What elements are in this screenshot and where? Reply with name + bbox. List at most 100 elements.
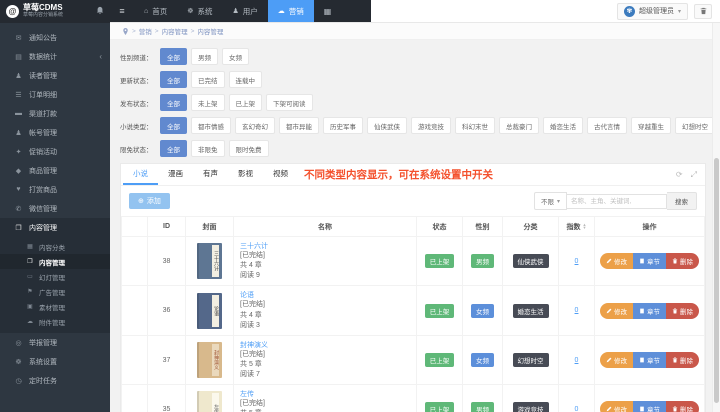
hamburger-icon[interactable]: ≡ xyxy=(110,0,134,22)
edit-button[interactable]: 修改 xyxy=(600,401,633,412)
sidebar-item[interactable]: ♟ 读者管理 xyxy=(0,66,110,85)
filter-option[interactable]: 科幻末世 xyxy=(455,117,495,134)
filter-option[interactable]: 游戏竞技 xyxy=(411,117,451,134)
sidebar-subitem[interactable]: ▭ 幻灯管理 xyxy=(0,269,110,284)
filter-option[interactable]: 女频 xyxy=(222,48,249,65)
content-type-tab[interactable]: 视频 xyxy=(263,164,298,185)
edit-button[interactable]: 修改 xyxy=(600,253,633,269)
sidebar-item[interactable]: ▬ 渠道打款 xyxy=(0,104,110,123)
book-cover[interactable]: 封神演义 xyxy=(197,342,222,378)
filter-option[interactable]: 历史军事 xyxy=(323,117,363,134)
filter-option[interactable]: 全部 xyxy=(160,140,187,157)
filter-option[interactable]: 幻想时空 xyxy=(675,117,715,134)
filter-option[interactable]: 连载中 xyxy=(229,71,263,88)
sidebar-item[interactable]: ◆ 商品管理 xyxy=(0,161,110,180)
content-type-tab[interactable]: 漫画 xyxy=(158,164,193,185)
top-nav-item[interactable]: ♟ 用户 xyxy=(223,0,268,22)
book-cover[interactable]: 三十六计 xyxy=(197,243,222,279)
edit-button[interactable]: 修改 xyxy=(600,352,633,368)
top-nav-item-label: 用户 xyxy=(243,6,258,17)
chapters-button[interactable]: 章节 xyxy=(633,352,666,368)
delete-button[interactable]: 删除 xyxy=(666,401,699,412)
book-title-link[interactable]: 左传 xyxy=(240,391,254,398)
sidebar-item[interactable]: ☰ 订单明细 xyxy=(0,85,110,104)
scrollbar-thumb[interactable] xyxy=(714,158,719,403)
book-cover[interactable]: 左传 xyxy=(197,391,222,412)
filter-option[interactable]: 已上架 xyxy=(229,94,263,111)
top-nav-item[interactable]: ⌂ 首页 xyxy=(134,0,177,22)
content-type-tab[interactable]: 小说 xyxy=(123,164,158,185)
breadcrumb-link[interactable]: 营销 xyxy=(139,26,152,36)
content-type-tab[interactable]: 有声 xyxy=(193,164,228,185)
delete-button[interactable]: 删除 xyxy=(666,352,699,368)
filter-option[interactable]: 已完结 xyxy=(191,71,225,88)
index-link[interactable]: 0 xyxy=(575,357,579,364)
index-link[interactable]: 0 xyxy=(575,307,579,314)
search-button[interactable]: 搜索 xyxy=(667,192,697,210)
search-input[interactable] xyxy=(567,194,667,209)
sidebar-subitem[interactable]: ❐ 内容管理 xyxy=(0,254,110,269)
breadcrumb-link[interactable]: 内容管理 xyxy=(162,26,188,36)
sidebar-item[interactable]: ✦ 促销活动 xyxy=(0,142,110,161)
sidebar-item-icon: ☸ xyxy=(14,358,23,366)
book-title-link[interactable]: 三十六计 xyxy=(240,243,268,250)
filter-option[interactable]: 玄幻奇幻 xyxy=(235,117,275,134)
content-type-tab[interactable]: 影视 xyxy=(228,164,263,185)
filter-option[interactable]: 仙侠武侠 xyxy=(367,117,407,134)
index-link[interactable]: 0 xyxy=(575,406,579,412)
filter-option[interactable]: 总裁豪门 xyxy=(499,117,539,134)
sidebar-subitem[interactable]: ▦ 内容分类 xyxy=(0,239,110,254)
delete-button[interactable]: 删除 xyxy=(666,253,699,269)
vertical-scrollbar[interactable] xyxy=(712,23,720,412)
filter-option[interactable]: 非限免 xyxy=(191,140,225,157)
top-nav-item[interactable]: ☁ 营销 xyxy=(268,0,314,22)
filter-option[interactable]: 全部 xyxy=(160,94,187,111)
user-menu[interactable]: ✾ 超级管理员 ▾ xyxy=(617,3,688,20)
sidebar-item[interactable]: ✆ 微信管理 xyxy=(0,199,110,218)
filter-option[interactable]: 未上架 xyxy=(191,94,225,111)
index-link[interactable]: 0 xyxy=(575,258,579,265)
refresh-icon[interactable]: ⟳ xyxy=(676,170,683,179)
book-title-link[interactable]: 论语 xyxy=(240,292,254,299)
filter-option[interactable]: 全部 xyxy=(160,71,187,88)
filter-option[interactable]: 都市异能 xyxy=(279,117,319,134)
add-button[interactable]: ⊕ 添加 xyxy=(129,193,170,209)
sidebar-item[interactable]: ◷ 定时任务 xyxy=(0,371,110,390)
book-title-link[interactable]: 封神演义 xyxy=(240,342,268,349)
filter-option[interactable]: 男频 xyxy=(191,48,218,65)
sidebar-item[interactable]: ☸ 系统设置 xyxy=(0,352,110,371)
sidebar-subitem[interactable]: ▣ 素材管理 xyxy=(0,299,110,314)
filter-option[interactable]: 古代言情 xyxy=(587,117,627,134)
sidebar-item[interactable]: ✉ 通知公告 xyxy=(0,28,110,47)
filter-option[interactable]: 婚恋生活 xyxy=(543,117,583,134)
sort-icons[interactable]: ▲▼ xyxy=(583,224,587,228)
sidebar-item[interactable]: ♟ 帐号管理 xyxy=(0,123,110,142)
apps-grid-icon[interactable]: ▦ xyxy=(314,0,342,22)
sidebar-item-content-management[interactable]: ❐ 内容管理 xyxy=(0,218,110,237)
sidebar-item[interactable]: ♥ 打赏商品 xyxy=(0,180,110,199)
bell-icon[interactable] xyxy=(96,6,104,17)
sidebar-subitem-label: 幻灯管理 xyxy=(39,272,65,282)
search-scope-dropdown[interactable]: 不限 ▾ xyxy=(534,192,567,210)
top-nav-item-label: 首页 xyxy=(152,6,167,17)
book-cover[interactable]: 论语 xyxy=(197,293,222,329)
filter-option[interactable]: 穿越重生 xyxy=(631,117,671,134)
fullscreen-icon[interactable]: ⤢ xyxy=(691,170,697,180)
breadcrumb-link[interactable]: 内容管理 xyxy=(197,26,223,36)
sidebar-subitem[interactable]: ⚑ 广告管理 xyxy=(0,284,110,299)
chapters-button[interactable]: 章节 xyxy=(633,253,666,269)
filter-option[interactable]: 下架可阅读 xyxy=(266,94,313,111)
top-nav-item[interactable]: ☸ 系统 xyxy=(177,0,222,22)
delete-button[interactable]: 删除 xyxy=(666,303,699,319)
filter-option[interactable]: 都市情感 xyxy=(191,117,231,134)
chapters-button[interactable]: 章节 xyxy=(633,303,666,319)
filter-option[interactable]: 全部 xyxy=(160,48,187,65)
clear-cache-button[interactable] xyxy=(694,4,712,19)
sidebar-item[interactable]: ◎ 举报管理 xyxy=(0,333,110,352)
chapters-button[interactable]: 章节 xyxy=(633,401,666,412)
sidebar-subitem[interactable]: ☁ 附件管理 xyxy=(0,314,110,329)
filter-option[interactable]: 限时免费 xyxy=(229,140,269,157)
filter-option[interactable]: 全部 xyxy=(160,117,187,134)
sidebar-item[interactable]: ▤ 数据统计 ‹ xyxy=(0,47,110,66)
edit-button[interactable]: 修改 xyxy=(600,303,633,319)
